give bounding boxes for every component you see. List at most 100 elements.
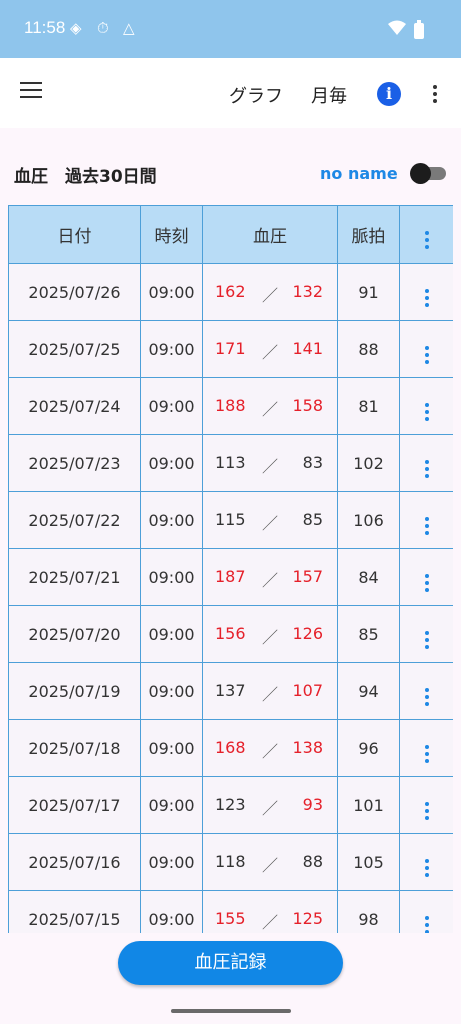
cell-bp: 155 ／ 125 xyxy=(202,890,338,933)
bp-separator: ／ xyxy=(262,514,279,533)
row-menu-icon[interactable] xyxy=(399,776,453,834)
battery-icon xyxy=(413,20,425,43)
table-row[interactable]: 2025/07/19 09:00 137 ／ 107 94 xyxy=(8,662,453,720)
bp-table: 日付 時刻 血圧 脈拍 2025/07/26 09:00 162 ／ 132 91 2025… xyxy=(8,205,453,933)
cell-time: 09:00 xyxy=(140,776,203,834)
systolic-value: 168 xyxy=(215,738,246,757)
table-row[interactable]: 2025/07/20 09:00 156 ／ 126 85 xyxy=(8,605,453,663)
row-menu-icon[interactable] xyxy=(399,833,453,891)
cell-bp: 115 ／ 85 xyxy=(202,491,338,549)
bp-separator: ／ xyxy=(262,571,279,590)
header-menu-icon[interactable] xyxy=(399,205,453,264)
record-bp-button[interactable]: 血圧記録 xyxy=(118,941,343,985)
user-toggle[interactable] xyxy=(410,163,446,184)
cell-date: 2025/07/25 xyxy=(8,320,141,378)
diastolic-value: 126 xyxy=(292,624,323,643)
diastolic-value: 125 xyxy=(292,909,323,928)
row-menu-icon[interactable] xyxy=(399,890,453,933)
row-menu-icon[interactable] xyxy=(399,320,453,378)
diastolic-value: 88 xyxy=(302,852,323,871)
cell-bp: 187 ／ 157 xyxy=(202,548,338,606)
bp-separator: ／ xyxy=(262,913,279,932)
table-row[interactable]: 2025/07/25 09:00 171 ／ 141 88 xyxy=(8,320,453,378)
cell-time: 09:00 xyxy=(140,833,203,891)
bp-separator: ／ xyxy=(262,628,279,647)
diastolic-value: 107 xyxy=(292,681,323,700)
header-bp: 血圧 xyxy=(202,205,338,264)
table-row[interactable]: 2025/07/16 09:00 118 ／ 88 105 xyxy=(8,833,453,891)
table-row[interactable]: 2025/07/18 09:00 168 ／ 138 96 xyxy=(8,719,453,777)
diastolic-value: 138 xyxy=(292,738,323,757)
row-menu-icon[interactable] xyxy=(399,263,453,321)
bp-separator: ／ xyxy=(262,685,279,704)
table-row[interactable]: 2025/07/24 09:00 188 ／ 158 81 xyxy=(8,377,453,435)
overflow-menu-icon[interactable] xyxy=(433,85,437,103)
cell-bp: 162 ／ 132 xyxy=(202,263,338,321)
cell-date: 2025/07/23 xyxy=(8,434,141,492)
diastolic-value: 158 xyxy=(292,396,323,415)
table-row[interactable]: 2025/07/22 09:00 115 ／ 85 106 xyxy=(8,491,453,549)
cell-pulse: 94 xyxy=(337,662,400,720)
row-menu-icon[interactable] xyxy=(399,491,453,549)
info-icon[interactable]: i xyxy=(377,82,401,106)
cell-time: 09:00 xyxy=(140,662,203,720)
row-menu-icon[interactable] xyxy=(399,719,453,777)
cell-bp: 113 ／ 83 xyxy=(202,434,338,492)
bp-separator: ／ xyxy=(262,400,279,419)
cell-time: 09:00 xyxy=(140,719,203,777)
cell-date: 2025/07/20 xyxy=(8,605,141,663)
bp-separator: ／ xyxy=(262,286,279,305)
cell-pulse: 88 xyxy=(337,320,400,378)
diastolic-value: 93 xyxy=(302,795,323,814)
cell-time: 09:00 xyxy=(140,605,203,663)
table-row[interactable]: 2025/07/26 09:00 162 ／ 132 91 xyxy=(8,263,453,321)
timer-icon: ⏱ xyxy=(97,19,109,37)
cell-time: 09:00 xyxy=(140,320,203,378)
header-date: 日付 xyxy=(8,205,141,264)
systolic-value: 188 xyxy=(215,396,246,415)
cell-time: 09:00 xyxy=(140,548,203,606)
cell-time: 09:00 xyxy=(140,890,203,933)
systolic-value: 113 xyxy=(215,453,246,472)
bp-table-container[interactable]: 日付 時刻 血圧 脈拍 2025/07/26 09:00 162 ／ 132 91 2025… xyxy=(8,205,453,933)
systolic-value: 156 xyxy=(215,624,246,643)
bp-separator: ／ xyxy=(262,856,279,875)
cell-pulse: 106 xyxy=(337,491,400,549)
header-time: 時刻 xyxy=(140,205,203,264)
bp-separator: ／ xyxy=(262,742,279,761)
hamburger-menu-icon[interactable] xyxy=(20,82,42,100)
systolic-value: 137 xyxy=(215,681,246,700)
cell-bp: 137 ／ 107 xyxy=(202,662,338,720)
row-menu-icon[interactable] xyxy=(399,377,453,435)
table-header-row: 日付 時刻 血圧 脈拍 xyxy=(8,205,453,264)
cell-pulse: 85 xyxy=(337,605,400,663)
graph-button[interactable]: グラフ xyxy=(229,82,283,108)
cell-pulse: 96 xyxy=(337,719,400,777)
cell-date: 2025/07/21 xyxy=(8,548,141,606)
cell-date: 2025/07/26 xyxy=(8,263,141,321)
cell-time: 09:00 xyxy=(140,491,203,549)
drive-icon: △ xyxy=(123,19,135,37)
table-row[interactable]: 2025/07/15 09:00 155 ／ 125 98 xyxy=(8,890,453,933)
user-name[interactable]: no name xyxy=(320,164,398,183)
section-title: 血圧 過去30日間 xyxy=(14,167,157,187)
monthly-button[interactable]: 月毎 xyxy=(311,82,347,108)
table-row[interactable]: 2025/07/21 09:00 187 ／ 157 84 xyxy=(8,548,453,606)
systolic-value: 115 xyxy=(215,510,246,529)
cell-pulse: 84 xyxy=(337,548,400,606)
row-menu-icon[interactable] xyxy=(399,662,453,720)
cell-bp: 118 ／ 88 xyxy=(202,833,338,891)
bp-separator: ／ xyxy=(262,343,279,362)
status-bar: 11:58 ◈ ⏱ △ xyxy=(0,0,461,58)
row-menu-icon[interactable] xyxy=(399,548,453,606)
home-indicator[interactable] xyxy=(171,1009,291,1013)
diastolic-value: 141 xyxy=(292,339,323,358)
table-row[interactable]: 2025/07/23 09:00 113 ／ 83 102 xyxy=(8,434,453,492)
row-menu-icon[interactable] xyxy=(399,605,453,663)
cell-date: 2025/07/17 xyxy=(8,776,141,834)
cell-bp: 171 ／ 141 xyxy=(202,320,338,378)
cell-pulse: 98 xyxy=(337,890,400,933)
row-menu-icon[interactable] xyxy=(399,434,453,492)
cell-bp: 123 ／ 93 xyxy=(202,776,338,834)
table-row[interactable]: 2025/07/17 09:00 123 ／ 93 101 xyxy=(8,776,453,834)
